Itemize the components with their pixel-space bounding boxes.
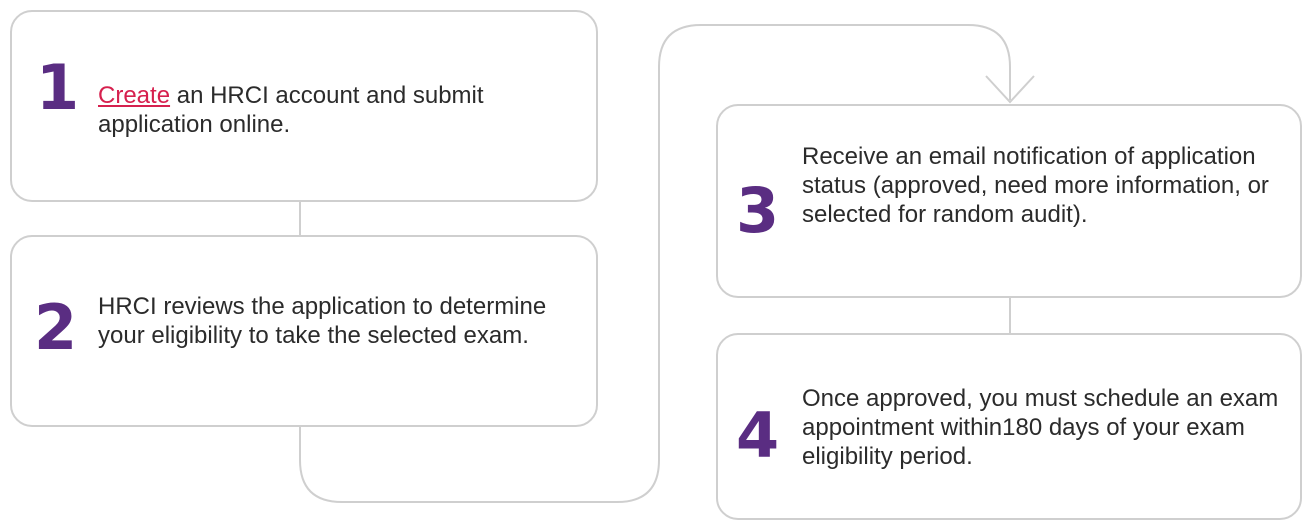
step-number: 4 (736, 399, 780, 472)
step-card-2: 2 HRCI reviews the application to determ… (10, 235, 598, 427)
step-text: Create an HRCI account and submit applic… (98, 81, 578, 139)
step-number: 3 (736, 174, 780, 247)
step-text: Receive an email notification of applica… (802, 143, 1269, 228)
step-card-1: 1 Create an HRCI account and submit appl… (10, 10, 598, 202)
step-number: 1 (36, 51, 80, 124)
step-card-4: 4 Once approved, you must schedule an ex… (716, 333, 1302, 520)
step-text: HRCI reviews the application to determin… (98, 293, 547, 349)
create-account-link[interactable]: Create (98, 82, 170, 109)
step-card-3: 3 Receive an email notification of appli… (716, 104, 1302, 298)
step-number: 2 (34, 291, 78, 364)
step-text: Once approved, you must schedule an exam… (802, 385, 1279, 470)
